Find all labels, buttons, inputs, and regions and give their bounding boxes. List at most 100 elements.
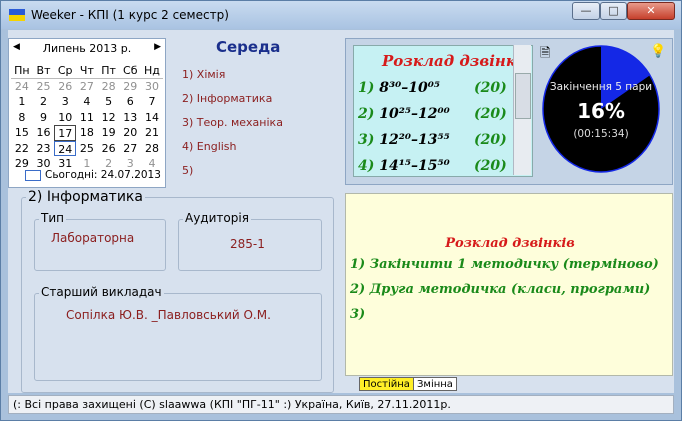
calendar-day[interactable]: 27 [119, 141, 141, 157]
calendar-day[interactable]: 4 [76, 94, 98, 110]
weekday-header: Пт [97, 63, 120, 79]
calendar-day[interactable]: 8 [11, 110, 33, 126]
calendar-day[interactable]: 29 [119, 79, 141, 95]
calendar-day[interactable]: 9 [33, 110, 55, 126]
type-label: Тип [39, 211, 66, 225]
calendar-day[interactable]: 14 [141, 110, 163, 126]
calendar-day[interactable]: 24 [54, 140, 77, 156]
calendar-week: 22 23 24 25 26 27 28 [11, 140, 163, 157]
calendar-day[interactable]: 17 [54, 125, 77, 141]
note-line: 2) Друга методичка (класи, програми) [350, 282, 651, 297]
bell-dur: (20) [474, 80, 507, 96]
bell-scrollbar[interactable] [513, 45, 531, 175]
calendar-day[interactable]: 10 [54, 110, 76, 126]
calendar-day[interactable]: 7 [141, 94, 163, 110]
calendar-today-label: Сьогодні: 24.07.2013 [45, 169, 161, 181]
weekday-header: Пн [11, 63, 33, 79]
lesson-item[interactable]: 5) [182, 164, 193, 177]
calendar-day[interactable]: 28 [141, 141, 163, 157]
lesson-item[interactable]: 2) Інформатика [182, 92, 272, 105]
calendar-day[interactable]: 2 [33, 94, 55, 110]
bell-line: 3) 12²⁰–13⁵⁵ (20) [358, 132, 520, 148]
calendar-day[interactable]: 24 [11, 79, 33, 95]
calendar-day[interactable]: 28 [98, 79, 120, 95]
progress-percent: 16% [577, 99, 625, 123]
calendar-day[interactable]: 12 [98, 110, 120, 126]
close-button[interactable]: ✕ [627, 2, 675, 20]
calendar[interactable]: ◀ Липень 2013 р. ▶ Пн Вт Ср Чт Пт Сб Нд 24 25 26 2… [8, 38, 166, 188]
calendar-day[interactable]: 25 [76, 141, 98, 157]
calendar-day[interactable]: 25 [33, 79, 55, 95]
bell-time: 8³⁰–10⁰⁵ [379, 80, 441, 96]
calendar-day[interactable]: 26 [54, 79, 76, 95]
calendar-day[interactable]: 11 [76, 110, 98, 126]
bell-line: 2) 10²⁵–12⁰⁰ (20) [358, 106, 520, 122]
weekday-header: Нд [141, 63, 163, 79]
teacher-label: Старший викладач [39, 285, 164, 299]
lesson-item[interactable]: 1) Хімія [182, 68, 225, 81]
status-bar: (: Всі права захищені (C) slaawwa (КПІ "… [8, 395, 674, 414]
lesson-detail-title: 2) Інформатика [26, 189, 145, 205]
next-month-icon[interactable]: ▶ [154, 42, 161, 52]
progress-label: Закінчення 5 пари [549, 81, 653, 93]
title-bar[interactable]: Weeker - КПІ (1 курс 2 семестр) — □ ✕ [1, 1, 681, 29]
bell-time: 12²⁰–13⁵⁵ [379, 132, 450, 148]
note-title: Розклад дзвінків [445, 236, 575, 251]
calendar-day[interactable]: 13 [119, 110, 141, 126]
calendar-day[interactable]: 18 [76, 125, 98, 141]
window-title: Weeker - КПІ (1 курс 2 семестр) [31, 8, 229, 22]
calendar-grid: Пн Вт Ср Чт Пт Сб Нд 24 25 26 27 28 29 30 1 2 3 4 5 6 7 8 9 10 1… [11, 63, 163, 172]
calendar-header: ◀ Липень 2013 р. ▶ [9, 39, 165, 59]
calendar-day[interactable]: 26 [98, 141, 120, 157]
scrollbar-thumb[interactable] [515, 73, 531, 119]
calendar-day[interactable]: 27 [76, 79, 98, 95]
day-title: Середа [216, 38, 281, 56]
weekday-header: Вт [32, 63, 55, 79]
calendar-day[interactable]: 20 [119, 125, 141, 141]
room-label: Аудиторія [183, 211, 251, 225]
type-box [34, 219, 166, 271]
tab-permanent[interactable]: Постійна [359, 377, 414, 391]
maximize-button[interactable]: □ [600, 2, 627, 20]
calendar-day[interactable]: 22 [11, 141, 33, 157]
weekday-header: Сб [119, 63, 142, 79]
bell-dur: (20) [474, 158, 507, 174]
calendar-day[interactable]: 6 [119, 94, 141, 110]
app-window: Weeker - КПІ (1 курс 2 семестр) — □ ✕ ◀ … [0, 0, 682, 421]
lesson-item[interactable]: 4) English [182, 140, 237, 153]
calendar-day[interactable]: 21 [141, 125, 163, 141]
calendar-day[interactable]: 1 [11, 94, 33, 110]
calendar-day[interactable]: 16 [33, 125, 55, 141]
calendar-week: 8 9 10 11 12 13 14 [11, 110, 163, 126]
bell-title: Розклад дзвінків [382, 52, 532, 70]
bell-line: 1) 8³⁰–10⁰⁵ (20) [358, 80, 520, 96]
calendar-day[interactable]: 19 [98, 125, 120, 141]
calendar-today[interactable]: Сьогодні: 24.07.2013 [25, 169, 161, 181]
flag-icon [9, 9, 25, 21]
bell-time: 10²⁵–12⁰⁰ [379, 106, 450, 122]
bell-dur: (20) [474, 132, 507, 148]
calendar-day[interactable]: 23 [33, 141, 55, 157]
note-panel[interactable]: Розклад дзвінків 1) Закінчити 1 методичк… [345, 193, 673, 376]
calendar-week: 1234567 [11, 94, 163, 110]
bell-schedule: Розклад дзвінків 1) 8³⁰–10⁰⁵ (20) 2) 10²⁵… [353, 45, 533, 177]
bell-num: 3) [358, 132, 375, 148]
calendar-day[interactable]: 3 [54, 94, 76, 110]
lesson-item[interactable]: 3) Теор. механіка [182, 116, 283, 129]
weekday-header: Чт [76, 63, 98, 79]
room-value: 285-1 [230, 237, 265, 251]
bell-num: 2) [358, 106, 375, 122]
calendar-month-label[interactable]: Липень 2013 р. [9, 42, 165, 55]
progress-remaining: (00:15:34) [573, 128, 629, 140]
tab-variable[interactable]: Змінна [413, 377, 457, 391]
calendar-day[interactable]: 15 [11, 125, 33, 141]
bell-line: 4) 14¹⁵–15⁵⁰ (20) [358, 158, 520, 174]
calendar-week: 24 25 26 27 28 29 30 [11, 79, 163, 95]
teacher-value: Сопілка Ю.В. _Павловський О.М. [66, 308, 271, 322]
teacher-box [34, 293, 322, 381]
weekday-header: Ср [54, 63, 77, 79]
calendar-day[interactable]: 30 [141, 79, 163, 95]
bell-dur: (20) [474, 106, 507, 122]
calendar-day[interactable]: 5 [98, 94, 120, 110]
minimize-button[interactable]: — [572, 2, 600, 20]
